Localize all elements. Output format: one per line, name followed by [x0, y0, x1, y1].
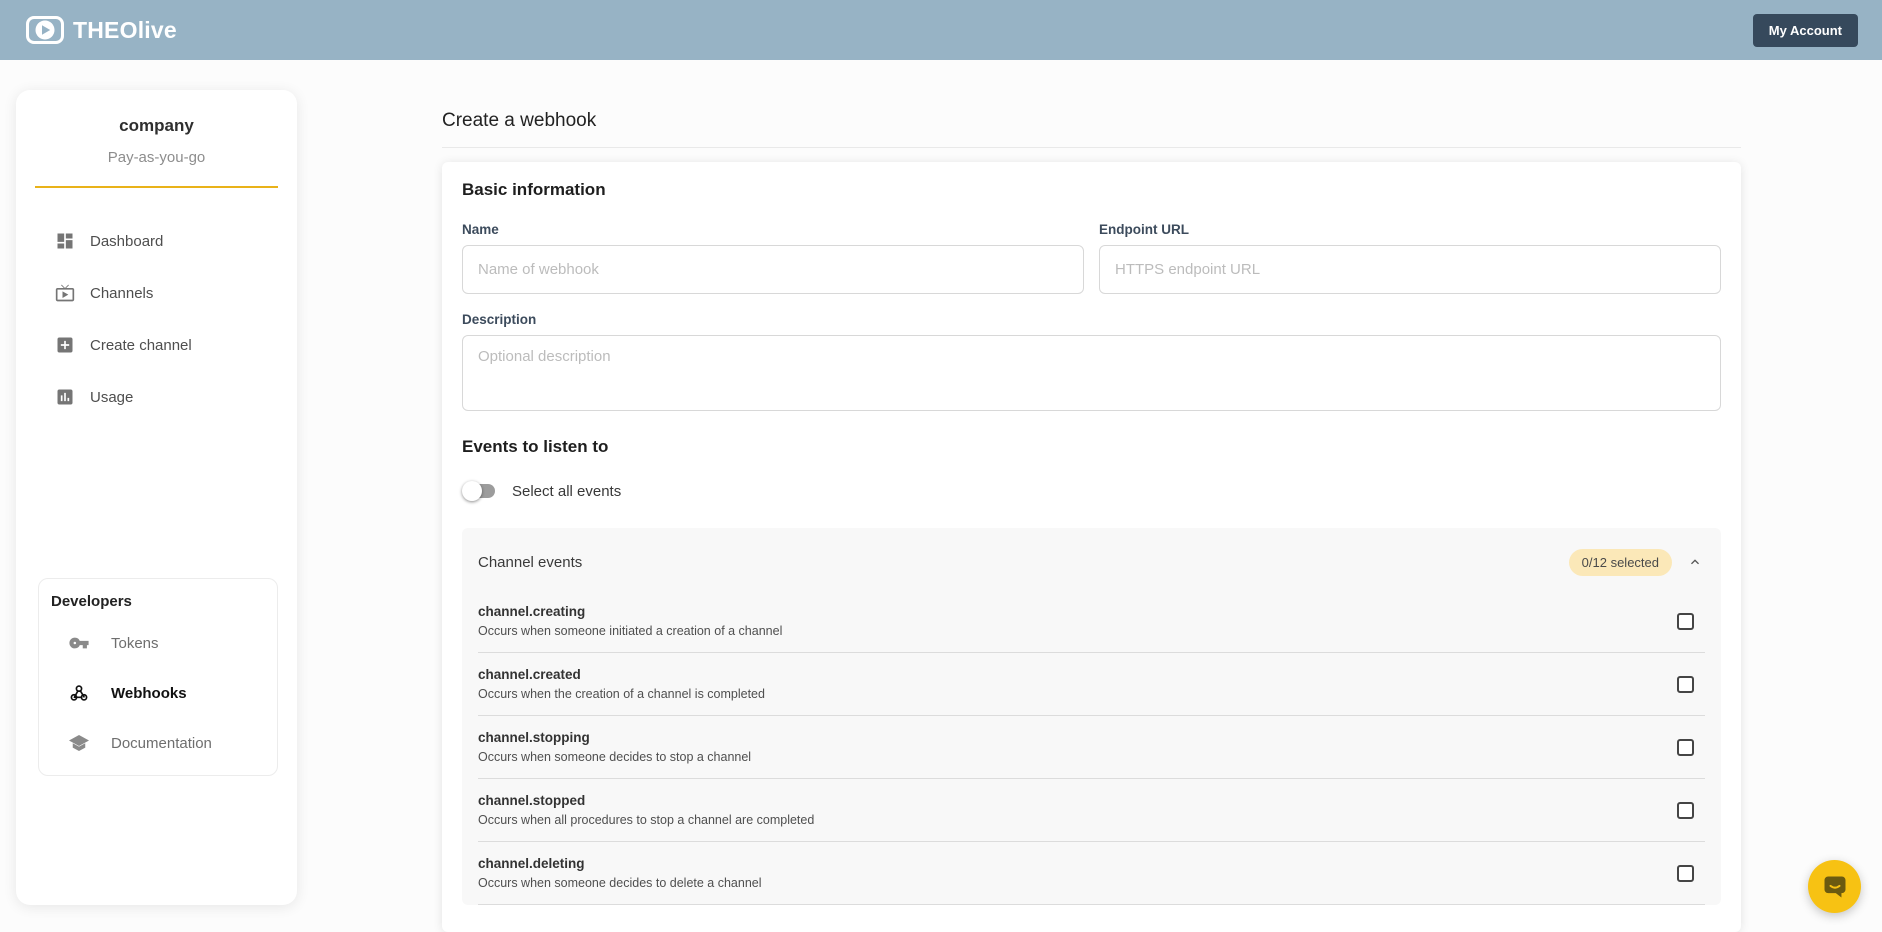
play-logo-icon: [26, 16, 64, 44]
sidebar-item-label: Documentation: [111, 735, 212, 752]
event-name: channel.stopping: [478, 729, 751, 746]
my-account-button[interactable]: My Account: [1753, 14, 1858, 47]
endpoint-url-label: Endpoint URL: [1099, 222, 1721, 238]
name-label: Name: [462, 222, 1084, 238]
sidebar-item-label: Usage: [90, 389, 133, 406]
sidebar-item-usage[interactable]: Usage: [16, 371, 297, 423]
event-row-channel-deleting: channel.deleting Occurs when someone dec…: [478, 842, 1705, 905]
brand-logo: THEOlive: [26, 16, 177, 44]
event-name: channel.stopped: [478, 792, 814, 809]
channel-events-title: Channel events: [478, 554, 582, 571]
sidebar-item-label: Tokens: [111, 635, 159, 652]
events-section-title: Events to listen to: [462, 437, 1721, 457]
sidebar-item-documentation[interactable]: Documentation: [51, 718, 265, 768]
event-rows: channel.creating Occurs when someone ini…: [478, 590, 1705, 905]
event-description: Occurs when someone decides to delete a …: [478, 876, 762, 891]
event-name: channel.created: [478, 666, 765, 683]
tokens-key-icon: [69, 633, 89, 653]
event-checkbox[interactable]: [1677, 802, 1694, 819]
gold-divider: [35, 186, 278, 188]
chat-widget-button[interactable]: [1808, 860, 1861, 913]
description-label: Description: [462, 312, 1721, 328]
page-title: Create a webhook: [442, 110, 1741, 132]
webhooks-icon: [69, 683, 89, 703]
toggle-knob: [462, 481, 482, 501]
developers-title: Developers: [51, 593, 265, 610]
title-divider: [442, 147, 1741, 148]
event-name: channel.deleting: [478, 855, 762, 872]
brand-name: THEOlive: [73, 17, 177, 44]
sidebar-item-label: Dashboard: [90, 233, 163, 250]
sidebar-item-webhooks[interactable]: Webhooks: [51, 668, 265, 718]
select-all-events-label: Select all events: [512, 483, 621, 500]
event-description: Occurs when the creation of a channel is…: [478, 687, 765, 702]
event-row-channel-creating: channel.creating Occurs when someone ini…: [478, 590, 1705, 653]
plan-label: Pay-as-you-go: [16, 149, 297, 166]
event-row-channel-stopping: channel.stopping Occurs when someone dec…: [478, 716, 1705, 779]
chevron-up-icon: [1687, 554, 1703, 570]
dashboard-icon: [55, 231, 75, 251]
documentation-school-icon: [69, 733, 89, 753]
endpoint-url-input[interactable]: [1099, 245, 1721, 294]
webhook-form-card: Basic information Name Endpoint URL Desc…: [442, 162, 1741, 932]
channel-events-header: Channel events 0/12 selected: [478, 548, 1705, 576]
sidebar-item-label: Webhooks: [111, 685, 187, 702]
event-row-channel-created: channel.created Occurs when the creation…: [478, 653, 1705, 716]
event-description: Occurs when all procedures to stop a cha…: [478, 813, 814, 828]
event-checkbox[interactable]: [1677, 613, 1694, 630]
developers-section: Developers Tokens Webhooks: [38, 578, 278, 776]
webhook-name-input[interactable]: [462, 245, 1084, 294]
basic-information-title: Basic information: [462, 180, 1721, 200]
sidebar-item-create-channel[interactable]: Create channel: [16, 319, 297, 371]
sidebar-nav: Dashboard Channels Create channel Usage: [16, 215, 297, 423]
event-description: Occurs when someone initiated a creation…: [478, 624, 782, 639]
sidebar-item-channels[interactable]: Channels: [16, 267, 297, 319]
create-channel-plus-icon: [55, 335, 75, 355]
main-content: Create a webhook Basic information Name …: [442, 110, 1741, 932]
selected-count-badge: 0/12 selected: [1569, 549, 1672, 576]
sidebar-item-label: Channels: [90, 285, 153, 302]
sidebar-item-tokens[interactable]: Tokens: [51, 618, 265, 668]
select-all-events-toggle[interactable]: [462, 481, 496, 501]
top-header: THEOlive My Account: [0, 0, 1882, 60]
chat-bubble-icon: [1820, 872, 1850, 902]
sidebar-item-label: Create channel: [90, 337, 192, 354]
description-textarea[interactable]: [462, 335, 1721, 411]
event-checkbox[interactable]: [1677, 676, 1694, 693]
event-description: Occurs when someone decides to stop a ch…: [478, 750, 751, 765]
sidebar-item-dashboard[interactable]: Dashboard: [16, 215, 297, 267]
event-checkbox[interactable]: [1677, 739, 1694, 756]
sidebar: company Pay-as-you-go Dashboard Channels…: [16, 90, 297, 905]
usage-chart-icon: [55, 387, 75, 407]
event-row-channel-stopped: channel.stopped Occurs when all procedur…: [478, 779, 1705, 842]
channel-events-panel: Channel events 0/12 selected channel.cre…: [462, 528, 1721, 905]
channels-tv-icon: [55, 283, 75, 303]
event-name: channel.creating: [478, 603, 782, 620]
collapse-section-button[interactable]: [1685, 552, 1705, 572]
event-checkbox[interactable]: [1677, 865, 1694, 882]
company-name: company: [16, 116, 297, 136]
